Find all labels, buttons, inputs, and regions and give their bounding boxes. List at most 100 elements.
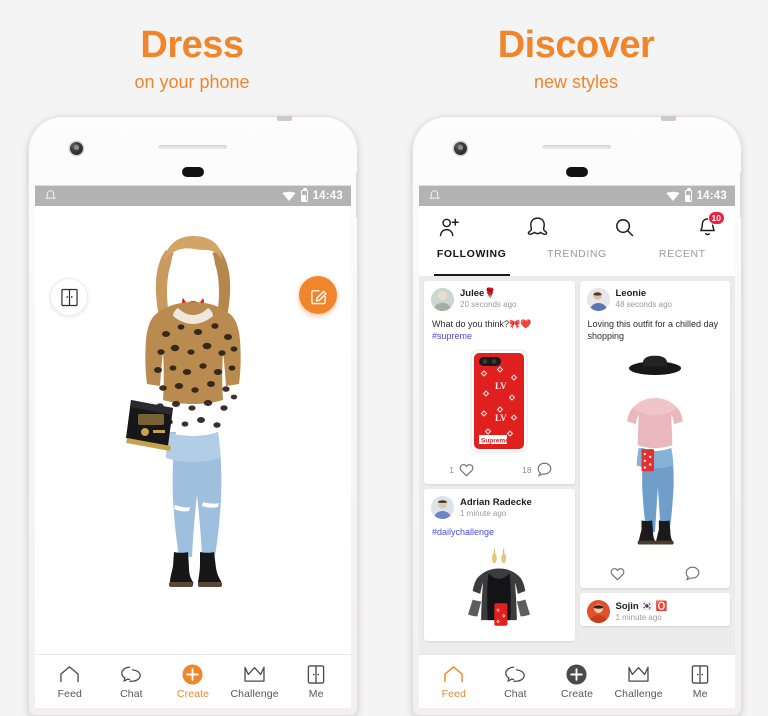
nav-item-chat[interactable]: Chat: [102, 664, 160, 700]
card-media[interactable]: [580, 347, 731, 561]
crown-icon: [627, 664, 650, 685]
outfit-item: [468, 549, 531, 627]
nav-item-feed[interactable]: Feed: [41, 664, 99, 700]
card-username: Julee🌹: [460, 288, 497, 300]
nav-label: Challenge: [230, 687, 279, 700]
nav-item-create[interactable]: Create: [548, 663, 606, 700]
earpiece-speaker: [159, 145, 227, 149]
card-caption: Loving this outfit for a chilled day sho…: [587, 319, 719, 342]
battery-icon: [300, 188, 308, 202]
like-action[interactable]: 1: [424, 463, 499, 477]
card-timestamp: 20 seconds ago: [460, 300, 517, 310]
plus-circle-icon: [182, 663, 204, 685]
nav-label: Chat: [120, 687, 143, 700]
nav-item-challenge[interactable]: Challenge: [226, 664, 284, 700]
wifi-icon: [665, 191, 680, 201]
nav-item-me[interactable]: Me: [287, 664, 345, 700]
notification-badge: 10: [707, 211, 725, 225]
caption-text: What do you think?🎀❤️: [432, 319, 532, 329]
page-subtitle: on your phone: [134, 71, 250, 92]
page-title: Discover: [497, 24, 655, 66]
front-camera: [70, 142, 83, 155]
nav-label: Me: [308, 687, 324, 700]
card-username: Sojin 🇰🇷 🅾️: [615, 600, 668, 612]
tab-following[interactable]: FOLLOWING: [419, 248, 524, 276]
feed-card[interactable]: Sojin 🇰🇷 🅾️ 1 minute ago: [579, 593, 731, 627]
phone-case-item: LV LV Supreme: [470, 349, 528, 453]
search-icon[interactable]: [615, 218, 634, 237]
caption-hashtag[interactable]: #dailychallenge: [432, 527, 494, 537]
svg-text:LV: LV: [495, 381, 507, 391]
phone-screen-right: 14:43 10 FOLLOWING TRENDING RECENT Julee…: [419, 185, 735, 708]
home-icon: [59, 664, 80, 685]
sensor-pill: [566, 167, 588, 177]
comment-count: 18: [522, 464, 532, 475]
feed-tabs: FOLLOWING TRENDING RECENT: [419, 248, 735, 276]
promo-panels: Dress on your phone 14:43 Feed Chat Crea…: [0, 0, 768, 716]
ghost-logo-icon: [527, 216, 548, 235]
bottom-navigation: Feed Chat Create Challenge Me: [419, 654, 735, 708]
chat-bubbles-icon: [504, 664, 526, 685]
feed-card[interactable]: Leonie 48 seconds ago Loving this outfit…: [579, 281, 731, 589]
wardrobe-icon: [691, 664, 709, 685]
card-header: Leonie 48 seconds ago: [580, 281, 731, 314]
chat-bubbles-icon: [120, 664, 142, 685]
feed-list[interactable]: Julee🌹 20 seconds ago What do you think?…: [419, 276, 735, 654]
phone-side-button: [740, 172, 742, 218]
nav-item-chat[interactable]: Chat: [486, 664, 544, 700]
comment-icon: [537, 462, 551, 477]
status-bar-indicators: 14:43: [281, 188, 343, 202]
avatar[interactable]: [431, 288, 454, 311]
wardrobe-icon: [60, 288, 78, 306]
feed-card[interactable]: Adrian Radecke 1 minute ago #dailychalle…: [424, 489, 575, 642]
phone-power-button: [277, 116, 292, 121]
wardrobe-button[interactable]: [50, 278, 88, 316]
card-media[interactable]: LV LV Supreme: [424, 347, 575, 457]
caption-hashtag[interactable]: #supreme: [432, 331, 472, 341]
card-timestamp: 1 minute ago: [460, 508, 507, 518]
card-timestamp: 48 seconds ago: [615, 300, 673, 310]
nav-label: Challenge: [614, 687, 663, 700]
card-timestamp: 1 minute ago: [615, 612, 662, 622]
card-actions: [580, 561, 731, 588]
phone-screen-left: 14:43 Feed Chat Create Challenge Me: [35, 185, 351, 708]
nav-label: Feed: [57, 687, 82, 700]
card-username: Leonie: [615, 288, 647, 300]
nav-item-create[interactable]: Create: [164, 663, 222, 700]
status-bar: 14:43: [419, 186, 735, 206]
edit-outfit-button[interactable]: [299, 276, 337, 314]
notifications-button[interactable]: 10: [698, 211, 725, 237]
tab-recent[interactable]: RECENT: [630, 248, 735, 276]
comment-action[interactable]: [655, 566, 730, 581]
like-action[interactable]: [580, 567, 655, 581]
nav-label: Feed: [441, 687, 466, 700]
feed-card[interactable]: Julee🌹 20 seconds ago What do you think?…: [424, 281, 575, 485]
avatar[interactable]: [431, 496, 454, 520]
nav-label: Create: [560, 687, 594, 700]
nav-label: Chat: [504, 687, 527, 700]
tab-trending[interactable]: TRENDING: [524, 248, 629, 276]
nav-item-challenge[interactable]: Challenge: [610, 664, 668, 700]
card-media[interactable]: [424, 543, 575, 641]
heart-icon: [610, 567, 625, 581]
nav-item-me[interactable]: Me: [671, 664, 729, 700]
phone-mockup-left: 14:43 Feed Chat Create Challenge Me: [28, 116, 358, 716]
status-time: 14:43: [312, 190, 343, 202]
wifi-icon: [281, 191, 296, 201]
edit-note-icon: [310, 289, 327, 304]
nav-label: Create: [176, 687, 210, 700]
card-header: Sojin 🇰🇷 🅾️ 1 minute ago: [580, 593, 731, 626]
status-bar-indicators: 14:43: [665, 188, 727, 202]
panel-dress: Dress on your phone 14:43 Feed Chat Crea…: [0, 0, 384, 716]
nav-item-feed[interactable]: Feed: [425, 664, 483, 700]
plus-circle-icon: [566, 663, 588, 685]
svg-text:LV: LV: [495, 413, 507, 423]
card-user-meta: Leonie 48 seconds ago: [616, 288, 673, 310]
comment-action[interactable]: 18: [499, 462, 574, 477]
outfit-item: [626, 356, 683, 545]
card-user-meta: Julee🌹 20 seconds ago: [460, 288, 517, 310]
avatar[interactable]: [586, 288, 610, 311]
earpiece-speaker: [543, 145, 611, 149]
avatar[interactable]: [586, 600, 610, 624]
add-person-icon[interactable]: [439, 217, 460, 238]
